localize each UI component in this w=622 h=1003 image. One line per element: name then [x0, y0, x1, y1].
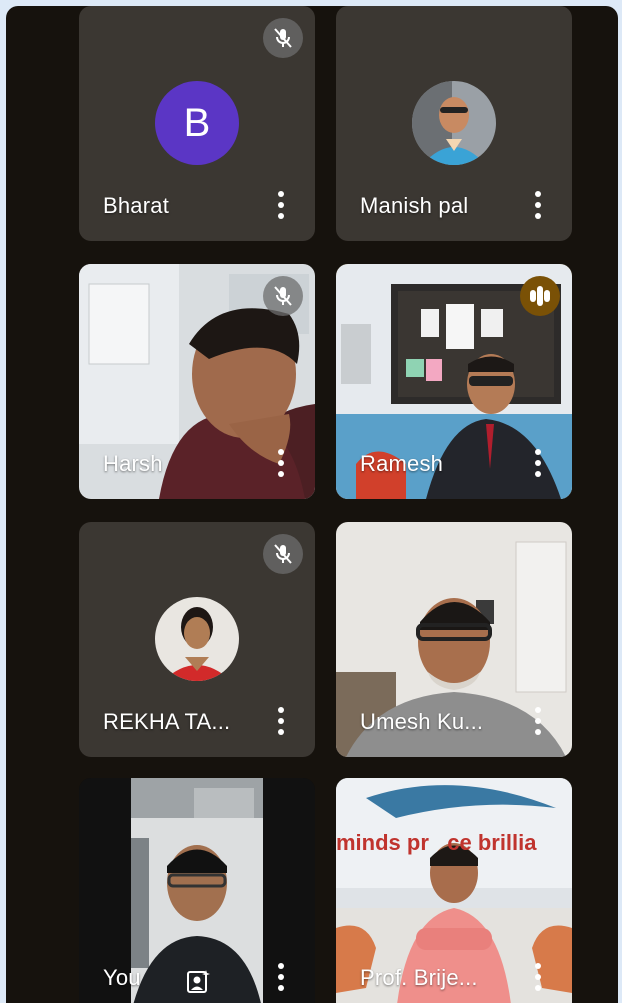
more-options-icon[interactable] [277, 191, 285, 219]
portrait-frame-icon[interactable] [185, 969, 211, 995]
participant-tile-brije[interactable]: minds pr ce brillia Prof. Brije... [336, 778, 572, 1003]
participant-tile-you[interactable]: You [79, 778, 315, 1003]
avatar [155, 597, 239, 681]
participant-tile-manish[interactable]: Manish pal [336, 6, 572, 241]
participant-name: REKHA TA... [103, 709, 231, 734]
avatar: B [155, 81, 239, 165]
more-options-icon[interactable] [277, 963, 285, 991]
more-options-icon[interactable] [534, 707, 542, 735]
participant-tile-bharat[interactable]: B Bharat [79, 6, 315, 241]
participant-name: Manish pal [360, 193, 469, 218]
participant-tile-rekha[interactable]: REKHA TA... [79, 522, 315, 757]
mic-off-icon [263, 534, 303, 574]
participant-name: Prof. Brije... [360, 965, 478, 990]
audio-level-icon [520, 276, 560, 316]
more-options-icon[interactable] [534, 191, 542, 219]
participant-name: Harsh [103, 451, 163, 476]
meeting-grid: B Bharat Manish pal Harsh Ramesh REKHA T… [6, 6, 618, 1003]
avatar [412, 81, 496, 165]
participant-name: Umesh Ku... [360, 709, 484, 734]
more-options-icon[interactable] [534, 963, 542, 991]
participant-tile-harsh[interactable]: Harsh [79, 264, 315, 499]
participant-name: Bharat [103, 193, 170, 218]
mic-off-icon [263, 18, 303, 58]
participant-tile-ramesh[interactable]: Ramesh [336, 264, 572, 499]
participant-name: Ramesh [360, 451, 444, 476]
more-options-icon[interactable] [534, 449, 542, 477]
more-options-icon[interactable] [277, 707, 285, 735]
participant-name: You [103, 965, 141, 990]
background-banner-text: minds pr ce brillia [336, 830, 537, 855]
participant-tile-umesh[interactable]: Umesh Ku... [336, 522, 572, 757]
more-options-icon[interactable] [277, 449, 285, 477]
mic-off-icon [263, 276, 303, 316]
